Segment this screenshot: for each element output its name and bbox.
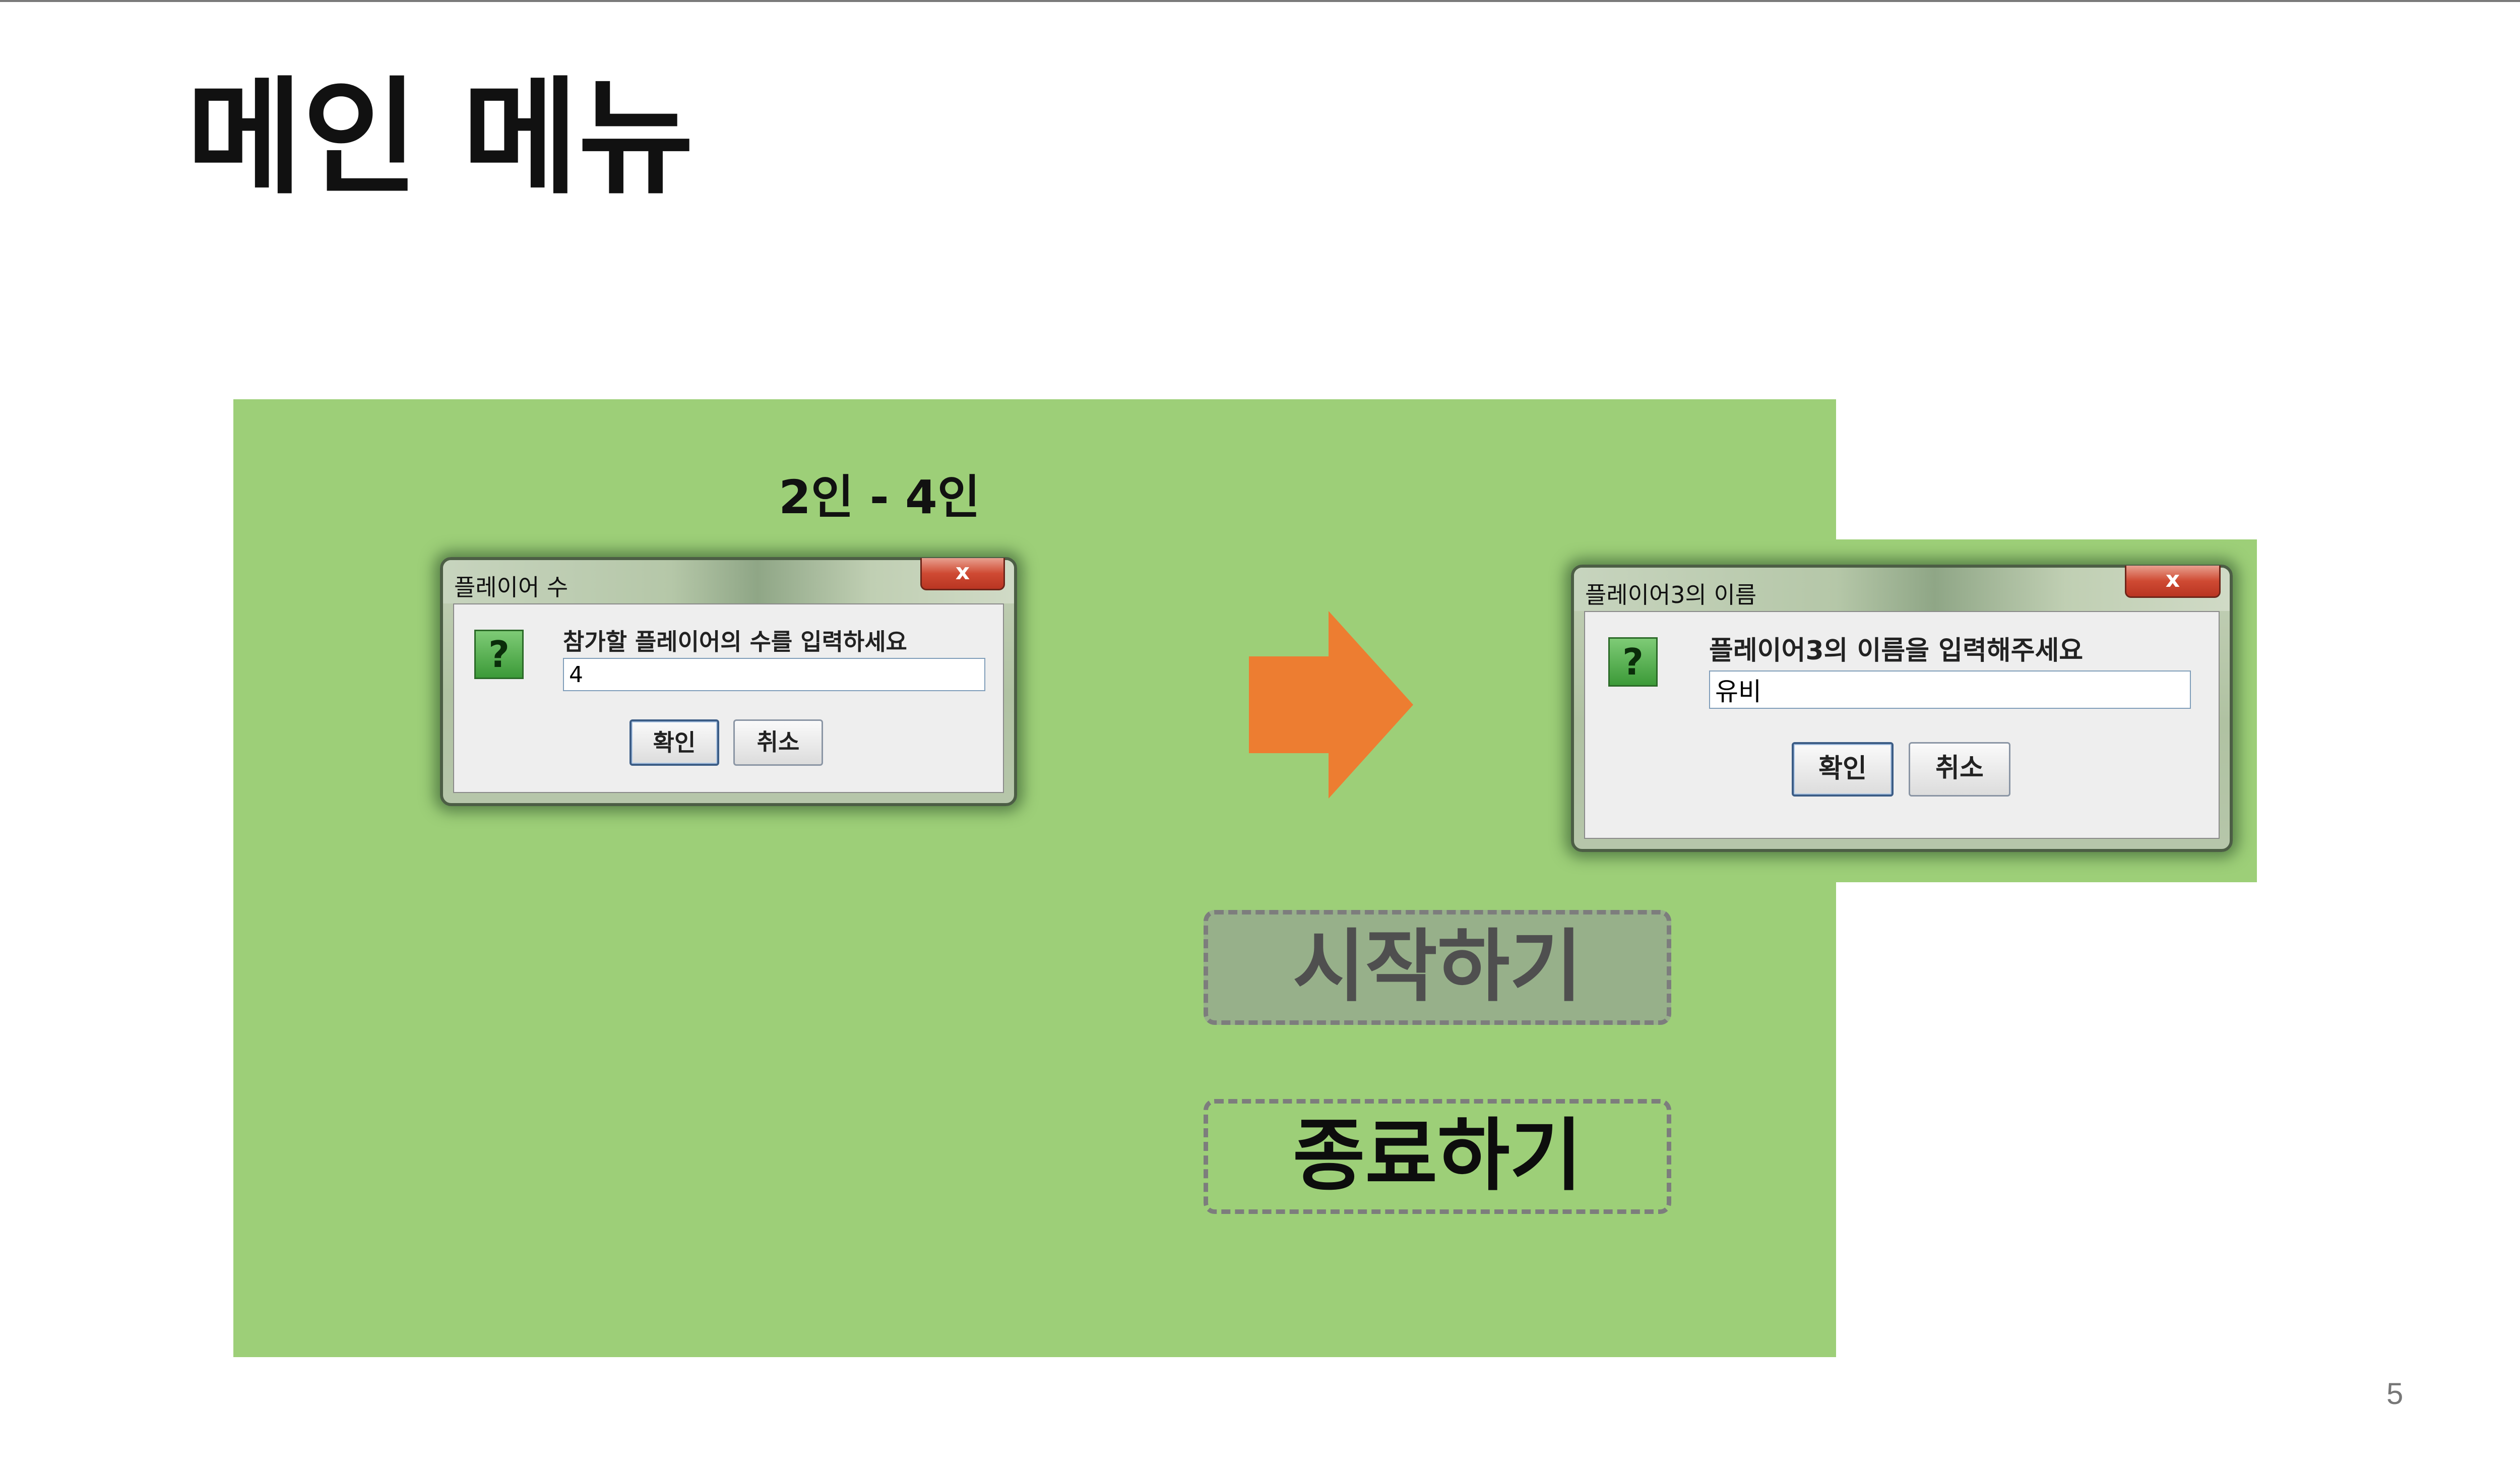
slide-title: 메인 메뉴 <box>186 65 695 211</box>
dialog-titlebar[interactable]: 플레이어3의 이름 x <box>1574 566 2230 611</box>
ok-button[interactable]: 확인 <box>629 719 719 766</box>
dialog-title: 플레이어 수 <box>454 574 569 601</box>
dialog-titlebar[interactable]: 플레이어 수 x <box>443 558 1014 603</box>
dialog-prompt: 플레이어3의 이름을 입력해주세요 <box>1709 636 2084 666</box>
start-button[interactable]: 시작하기 <box>1204 910 1671 1025</box>
page-number: 5 <box>2386 1377 2404 1411</box>
exit-button[interactable]: 종료하기 <box>1204 1099 1671 1214</box>
cancel-button[interactable]: 취소 <box>733 719 823 766</box>
close-icon[interactable]: x <box>920 558 1005 590</box>
player-range-label: 2인 - 4인 <box>779 470 980 524</box>
dialog-prompt: 참가할 플레이어의 수를 입력하세요 <box>563 628 907 655</box>
dialog-content: ? 참가할 플레이어의 수를 입력하세요 확인 취소 <box>453 603 1004 793</box>
player-name-input[interactable] <box>1709 670 2191 709</box>
question-icon: ? <box>1608 637 1658 687</box>
ok-button[interactable]: 확인 <box>1792 742 1894 797</box>
player-count-input[interactable] <box>563 658 985 691</box>
right-arrow-icon <box>1249 611 1413 799</box>
top-divider-line <box>0 0 2520 2</box>
dialog-title: 플레이어3의 이름 <box>1585 581 1757 608</box>
question-icon: ? <box>474 630 524 679</box>
cancel-button[interactable]: 취소 <box>1909 742 2010 797</box>
close-icon[interactable]: x <box>2125 566 2221 598</box>
player-count-dialog: 플레이어 수 x ? 참가할 플레이어의 수를 입력하세요 확인 취소 <box>440 557 1017 806</box>
dialog-content: ? 플레이어3의 이름을 입력해주세요 확인 취소 <box>1584 611 2220 839</box>
player-name-dialog: 플레이어3의 이름 x ? 플레이어3의 이름을 입력해주세요 확인 취소 <box>1571 565 2233 852</box>
